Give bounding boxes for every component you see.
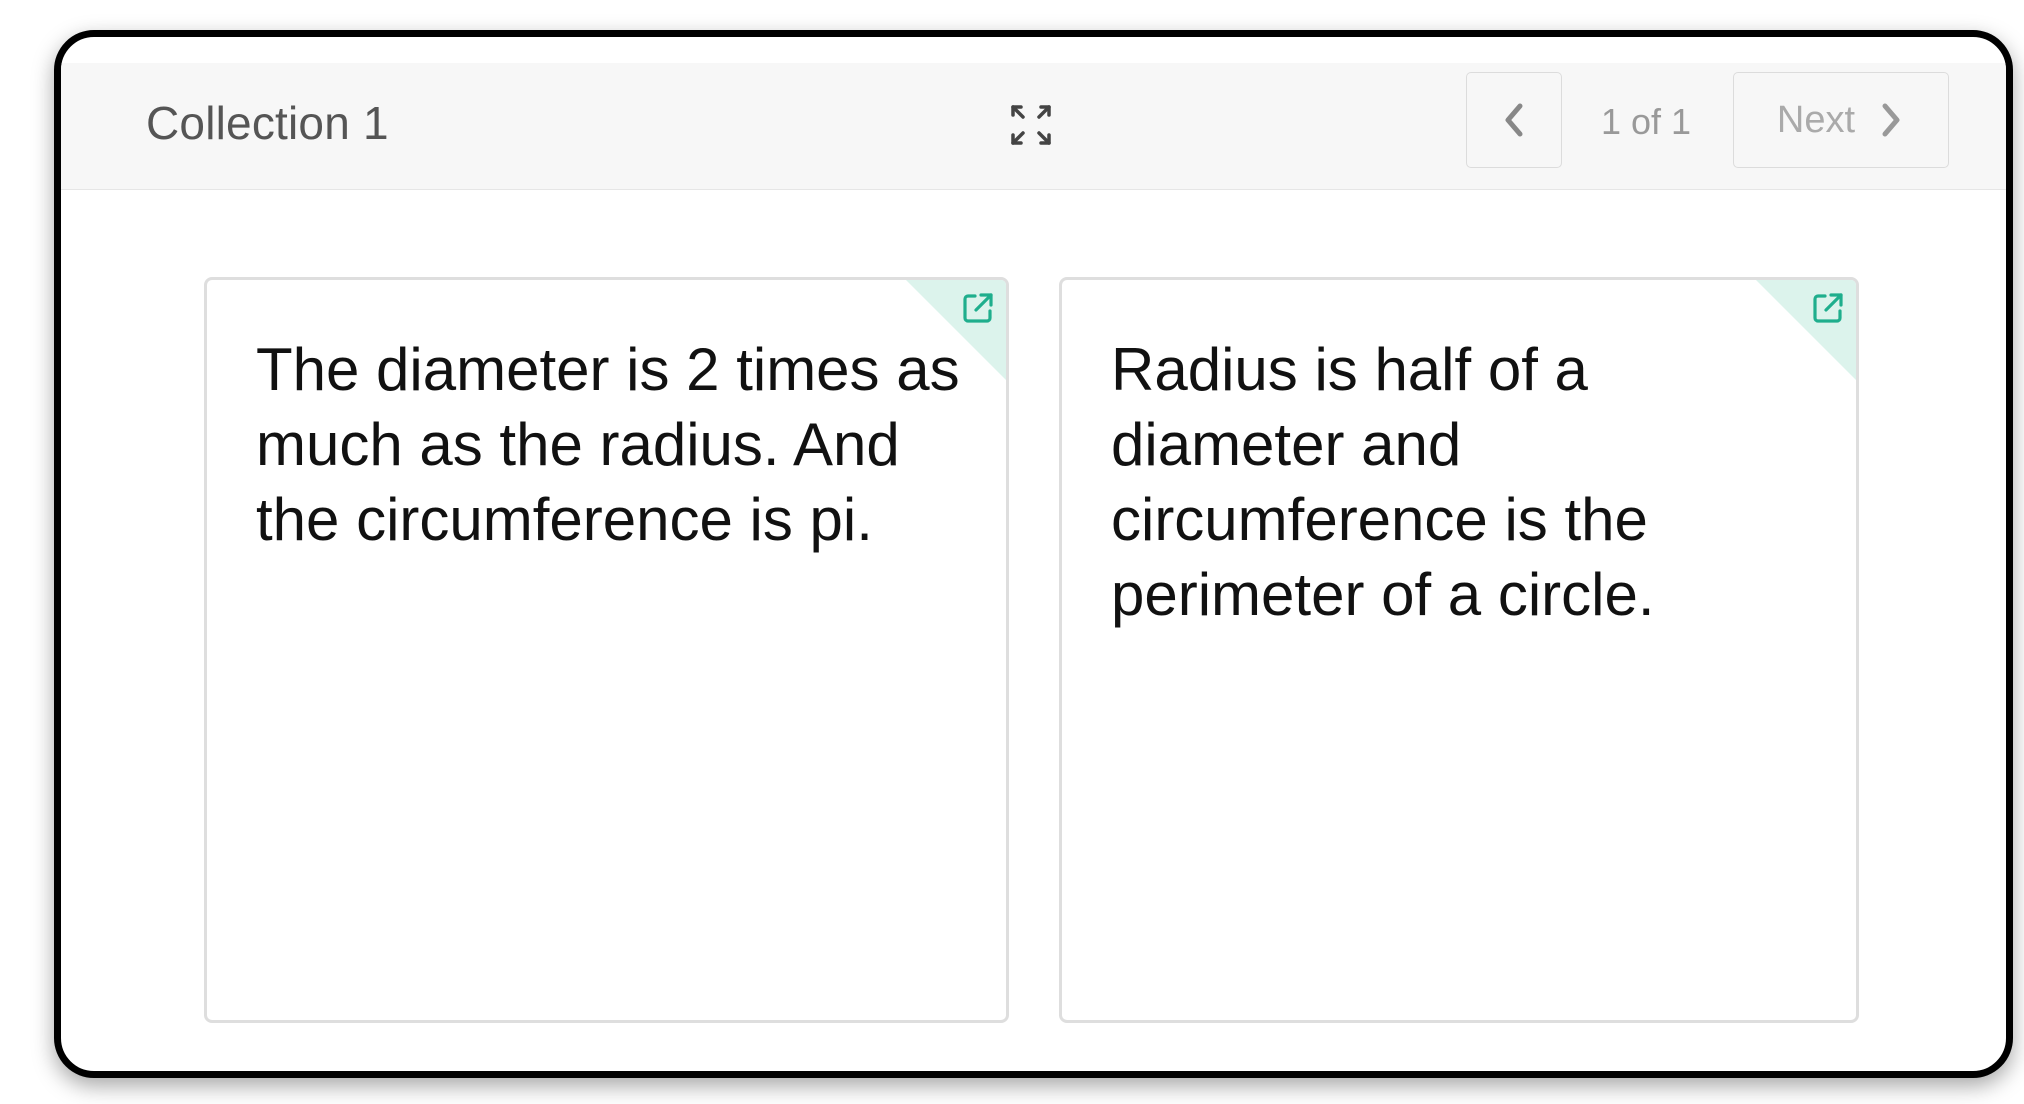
- previous-page-button[interactable]: [1466, 72, 1562, 168]
- open-card-button[interactable]: [956, 286, 1000, 330]
- external-link-icon: [963, 293, 993, 323]
- expand-arrows-icon: [1011, 105, 1051, 145]
- collection-card[interactable]: The diameter is 2 times as much as the r…: [204, 277, 1009, 1023]
- collection-card[interactable]: Radius is half of a diameter and circumf…: [1059, 277, 1859, 1023]
- chevron-left-icon: [1505, 103, 1523, 137]
- collection-window: Collection 1 1 of 1 Next The diameter is…: [54, 30, 2013, 1078]
- collection-header: Collection 1 1 of 1 Next: [61, 63, 2006, 190]
- card-text: The diameter is 2 times as much as the r…: [256, 336, 960, 553]
- external-link-icon: [1813, 293, 1843, 323]
- next-button-label: Next: [1776, 98, 1856, 141]
- next-page-button[interactable]: Next: [1733, 72, 1949, 168]
- card-text: Radius is half of a diameter and circumf…: [1111, 336, 1655, 628]
- page-indicator: 1 of 1: [1601, 101, 1692, 142]
- collection-title: Collection 1: [146, 97, 389, 149]
- expand-button[interactable]: [1001, 95, 1061, 155]
- open-card-button[interactable]: [1806, 286, 1850, 330]
- chevron-right-icon: [1882, 103, 1900, 137]
